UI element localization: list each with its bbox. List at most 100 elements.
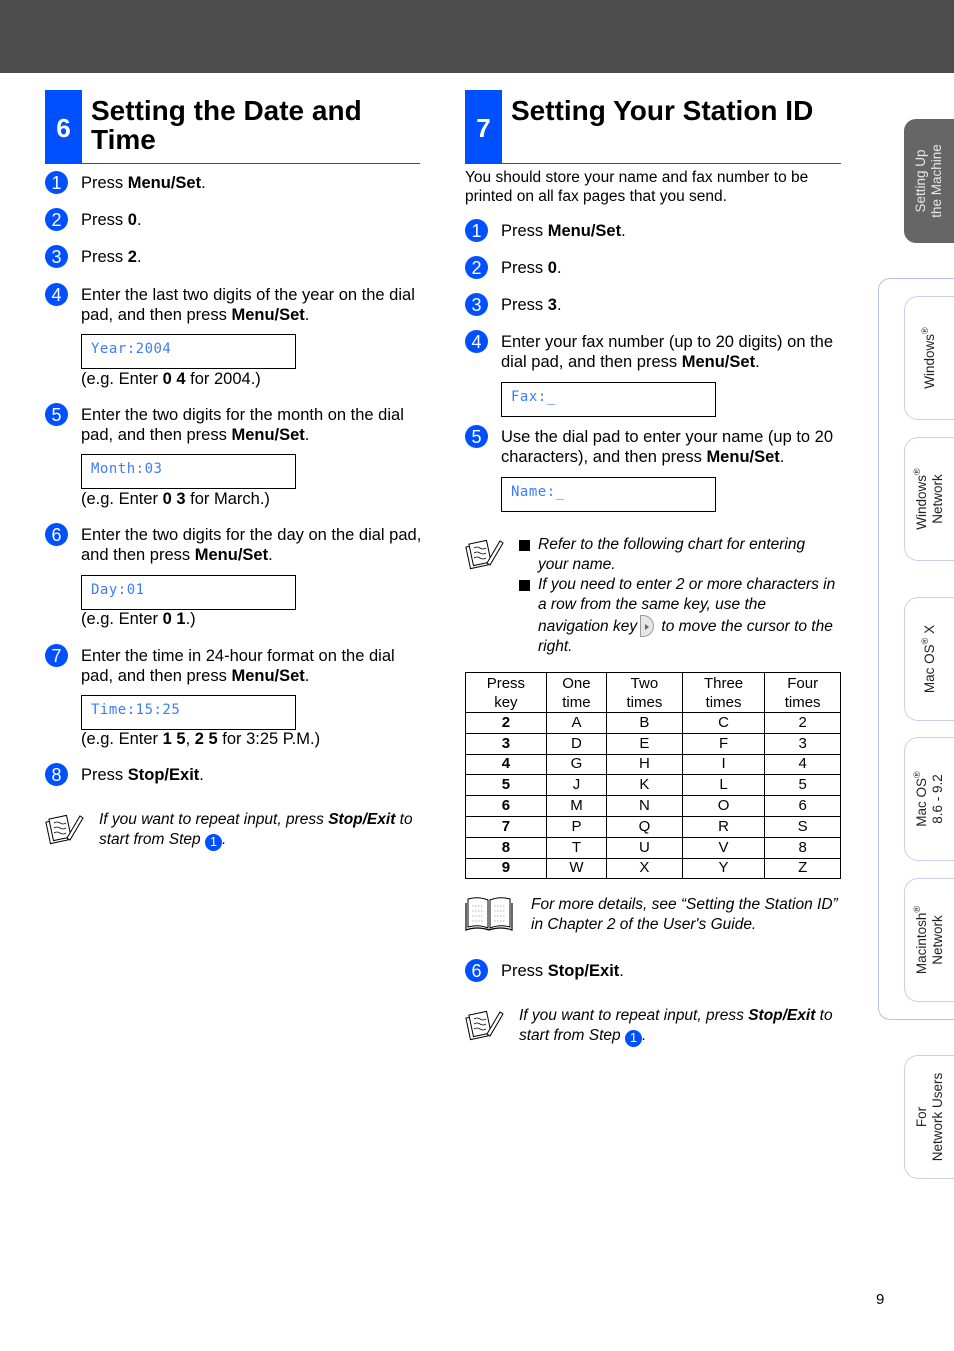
intro-text: You should store your name and fax numbe… bbox=[465, 169, 809, 205]
character-cell: 2 bbox=[764, 712, 841, 734]
character-cell: 3 bbox=[764, 732, 841, 755]
step-number-badge: 8 bbox=[45, 763, 68, 786]
step-5: 5 Use the dial pad to enter your name (u… bbox=[465, 425, 833, 466]
step-6: 6 Enter the two digits for the day on th… bbox=[45, 523, 421, 564]
table-row: 5JKL5 bbox=[465, 774, 841, 797]
table-row: 9WXYZ bbox=[465, 857, 841, 880]
section-number: 6 bbox=[45, 90, 82, 164]
step-number-badge: 4 bbox=[45, 283, 68, 306]
character-cell: M bbox=[545, 795, 608, 817]
character-cell: B bbox=[606, 712, 683, 734]
step-1: 1 Press Menu/Set. bbox=[465, 219, 626, 242]
character-cell: 5 bbox=[764, 774, 841, 797]
character-cell: G bbox=[545, 753, 608, 776]
step-reference-badge: 1 bbox=[624, 1029, 642, 1047]
step-number-badge: 7 bbox=[45, 644, 68, 667]
step-8: 8 Press Stop/Exit. bbox=[45, 763, 204, 786]
character-cell: K bbox=[606, 774, 683, 797]
column-header: Press key bbox=[465, 672, 547, 713]
lcd-display-fax: Fax:_ bbox=[501, 382, 716, 417]
table-row: 3DEF3 bbox=[465, 732, 841, 755]
reference-note: For more details, see “Setting the Stati… bbox=[465, 895, 838, 936]
page-number: 9 bbox=[876, 1291, 885, 1308]
step-6: 6 Press Stop/Exit. bbox=[465, 959, 624, 982]
character-cell: S bbox=[764, 815, 841, 838]
character-cell: X bbox=[606, 857, 683, 880]
example-text: (e.g. Enter 1 5, 2 5 for 3:25 P.M.) bbox=[81, 730, 321, 748]
reference-text: For more details, see “Setting the Stati… bbox=[531, 896, 838, 933]
open-book-icon bbox=[465, 897, 513, 931]
character-cell: F bbox=[681, 732, 766, 755]
key-cell: 9 bbox=[465, 857, 547, 880]
lcd-display-month: Month:03 bbox=[81, 454, 296, 489]
character-cell: 4 bbox=[764, 753, 841, 776]
step-2: 2 Press 0. bbox=[45, 208, 142, 231]
step-number-badge: 4 bbox=[465, 330, 488, 353]
character-cell: O bbox=[681, 795, 766, 817]
character-cell: 8 bbox=[764, 836, 841, 859]
character-cell: H bbox=[606, 753, 683, 776]
tips-note: Refer to the following chart for enterin… bbox=[465, 535, 835, 655]
step-number-badge: 1 bbox=[465, 219, 488, 242]
lcd-display-year: Year:2004 bbox=[81, 334, 296, 369]
tab-windows[interactable]: Windows® bbox=[904, 296, 954, 420]
step-number-badge: 3 bbox=[45, 245, 68, 268]
character-entry-table: Press key One time Two times Three times Fou… bbox=[465, 672, 841, 880]
key-cell: 5 bbox=[465, 774, 547, 797]
character-cell: Z bbox=[764, 857, 841, 880]
key-cell: 3 bbox=[465, 732, 547, 755]
character-cell: C bbox=[681, 712, 766, 734]
example-text: (e.g. Enter 0 3 for March.) bbox=[81, 490, 270, 508]
character-cell: L bbox=[681, 774, 766, 797]
lcd-display-name: Name:_ bbox=[501, 477, 716, 512]
table-row: 6MNO6 bbox=[465, 795, 841, 817]
step-number-badge: 6 bbox=[465, 959, 488, 982]
chapter-tabs: Setting Up the Machine Windows® Windows® N… bbox=[878, 0, 954, 1351]
character-cell: E bbox=[606, 732, 683, 755]
note-repeat-input: If you want to repeat input, press Stop/… bbox=[465, 1006, 833, 1047]
tab-mac-os-x[interactable]: Mac OS® X bbox=[904, 597, 954, 721]
lcd-display-day: Day:01 bbox=[81, 575, 296, 610]
step-number-badge: 5 bbox=[465, 425, 488, 448]
section-title: Setting Your Station ID bbox=[511, 95, 814, 126]
step-4: 4 Enter your fax number (up to 20 digits… bbox=[465, 330, 833, 371]
character-cell: U bbox=[606, 836, 683, 859]
tip-item: Refer to the following chart for enterin… bbox=[519, 535, 839, 575]
character-cell: P bbox=[545, 815, 608, 838]
step-7: 7 Enter the time in 24-hour format on th… bbox=[45, 644, 395, 685]
tab-network-users[interactable]: For Network Users bbox=[904, 1055, 954, 1179]
character-cell: Q bbox=[606, 815, 683, 838]
section-date-time: 6 Setting the Date and Time 1 Press Menu… bbox=[45, 90, 421, 851]
character-cell: N bbox=[606, 795, 683, 817]
example-text: (e.g. Enter 0 4 for 2004.) bbox=[81, 370, 261, 388]
tab-mac-os-9[interactable]: Mac OS® 8.6 - 9.2 bbox=[904, 737, 954, 861]
key-cell: 2 bbox=[465, 712, 547, 734]
example-text: (e.g. Enter 0 1.) bbox=[81, 610, 196, 628]
character-cell: R bbox=[681, 815, 766, 838]
tab-setting-up-machine[interactable]: Setting Up the Machine bbox=[904, 119, 954, 243]
character-cell: D bbox=[545, 732, 608, 755]
character-cell: J bbox=[545, 774, 608, 797]
key-cell: 4 bbox=[465, 753, 547, 776]
section-header: 6 Setting the Date and Time bbox=[45, 90, 420, 164]
note-pencil-icon bbox=[45, 814, 84, 845]
step-number-badge: 3 bbox=[465, 293, 488, 316]
step-2: 2 Press 0. bbox=[465, 256, 562, 279]
tab-windows-network[interactable]: Windows® Network bbox=[904, 437, 954, 561]
note-pencil-icon bbox=[465, 539, 504, 570]
note-repeat-input: If you want to repeat input, press Stop/… bbox=[45, 810, 413, 851]
character-cell: W bbox=[545, 857, 608, 880]
tab-macintosh-network[interactable]: Macintosh® Network bbox=[904, 878, 954, 1002]
key-cell: 7 bbox=[465, 815, 547, 838]
column-header: Three times bbox=[681, 672, 766, 713]
step-1: 1 Press Menu/Set. bbox=[45, 171, 206, 194]
lcd-display-time: Time:15:25 bbox=[81, 695, 296, 730]
header-bar bbox=[0, 0, 954, 73]
section-number: 7 bbox=[465, 90, 502, 164]
character-cell: Y bbox=[681, 857, 766, 880]
section-station-id: 7 Setting Your Station ID You should sto… bbox=[465, 90, 841, 1047]
step-4: 4 Enter the last two digits of the year … bbox=[45, 283, 415, 324]
column-header: Two times bbox=[606, 672, 683, 713]
step-3: 3 Press 3. bbox=[465, 293, 562, 316]
table-row: 8TUV8 bbox=[465, 836, 841, 859]
